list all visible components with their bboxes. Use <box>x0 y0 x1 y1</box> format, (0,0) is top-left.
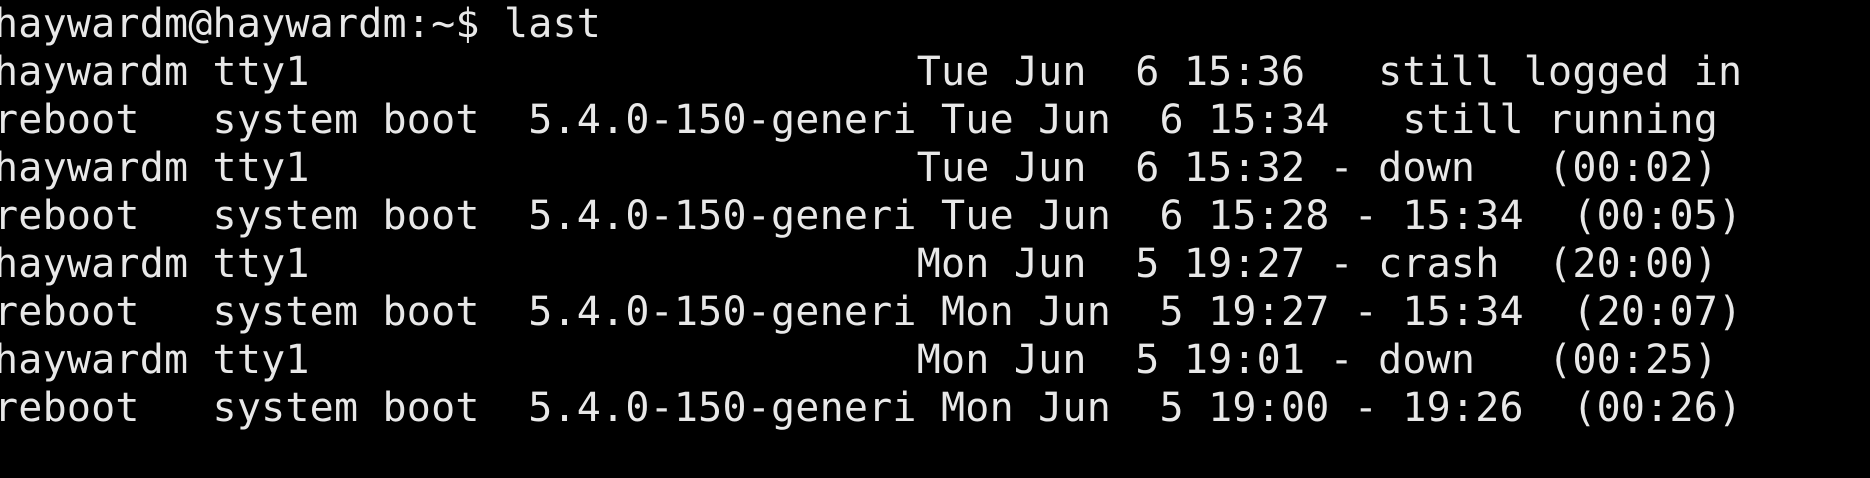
typed-command: last <box>503 1 602 47</box>
output-line: reboot system boot 5.4.0-150-generi Tue … <box>0 97 1719 143</box>
output-line: haywardm tty1 Tue Jun 6 15:36 still logg… <box>0 49 1743 95</box>
output-line: reboot system boot 5.4.0-150-generi Tue … <box>0 193 1743 239</box>
command-line: haywardm@haywardm:~$ last <box>0 0 1870 48</box>
shell-prompt: haywardm@haywardm:~$ <box>0 1 504 47</box>
output-line: haywardm tty1 Mon Jun 5 19:01 - down (00… <box>0 337 1719 383</box>
terminal-window[interactable]: haywardm@haywardm:~$ last haywardm tty1 … <box>0 0 1870 478</box>
output-line: reboot system boot 5.4.0-150-generi Mon … <box>0 289 1743 335</box>
output-line: haywardm tty1 Mon Jun 5 19:27 - crash (2… <box>0 241 1719 287</box>
output-line: haywardm tty1 Tue Jun 6 15:32 - down (00… <box>0 145 1719 191</box>
output-line: reboot system boot 5.4.0-150-generi Mon … <box>0 385 1743 431</box>
